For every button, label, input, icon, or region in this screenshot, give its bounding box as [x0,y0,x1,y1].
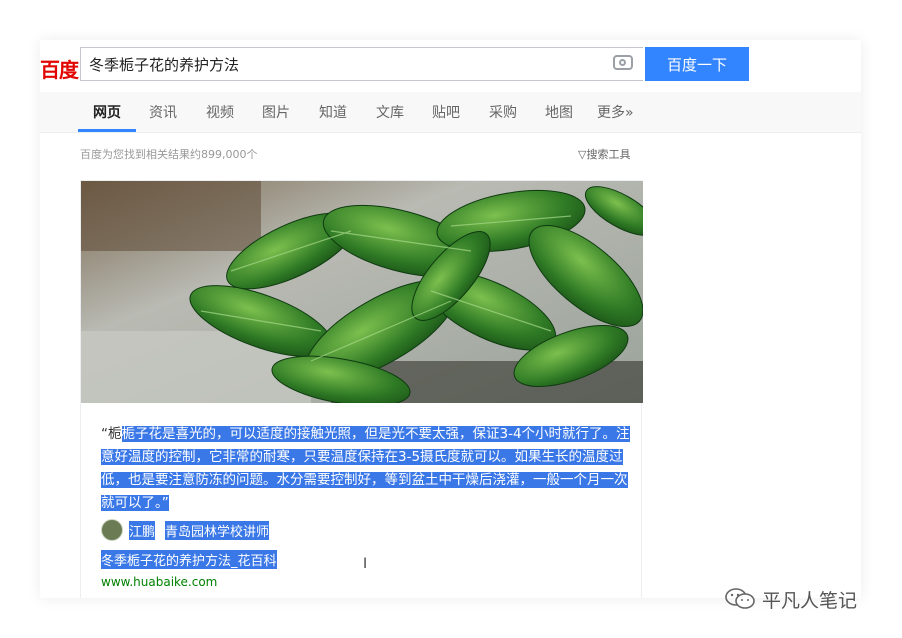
tab-images[interactable]: 图片 [262,102,290,122]
selected-snippet-text: 栀子花是喜光的，可以适度的接触光照，但是光不要太强，保证3-4个小时就行了。注意… [101,426,630,511]
search-button[interactable]: 百度一下 [645,47,749,81]
wechat-watermark: 平凡人笔记 [724,586,857,612]
search-tools-button[interactable]: ▽搜索工具 [578,146,630,162]
tab-more[interactable]: 更多» [597,102,634,122]
author-row: 江鹏 青岛园林学校讲师 [101,519,270,541]
result-count: 百度为您找到相关结果约899,000个 [80,148,258,161]
tab-wenku[interactable]: 文库 [376,102,404,122]
author-name[interactable]: 江鹏 [129,520,156,540]
tab-zhidao[interactable]: 知道 [319,102,347,122]
tab-map[interactable]: 地图 [545,102,573,122]
text-cursor-icon: I [363,556,368,572]
author-avatar[interactable] [101,519,123,541]
tab-purchase[interactable]: 采购 [489,102,517,122]
wechat-icon [725,588,755,609]
camera-icon[interactable] [613,55,633,70]
tab-tieba[interactable]: 贴吧 [432,102,460,122]
result-url[interactable]: www.huabaike.com [101,575,217,589]
result-title-link[interactable]: 冬季栀子花的养护方法_花百科 [101,550,277,569]
result-card: “栀栀子花是喜光的，可以适度的接触光照，但是光不要太强，保证3-4个小时就行了。… [80,180,643,598]
tab-web[interactable]: 网页 [93,102,121,122]
tab-video[interactable]: 视频 [206,102,234,122]
top-bar: 百度 冬季栀子花的养护方法 百度一下 [40,40,861,92]
plant-photo[interactable] [81,181,643,403]
snippet-first-char: 栀 [108,426,122,442]
search-input[interactable]: 冬季栀子花的养护方法 [80,47,643,81]
author-title: 青岛园林学校讲师 [165,520,270,540]
nav-tabs: 网页 资讯 视频 图片 知道 文库 贴吧 采购 地图 更多» [40,92,861,133]
tab-news[interactable]: 资讯 [149,102,177,122]
search-tools-label: 搜索工具 [586,148,631,161]
watermark-text: 平凡人笔记 [762,589,858,612]
baidu-logo[interactable]: 百度 [40,54,79,83]
quote-open: “ [101,426,108,442]
gardenia-leaves-image [81,181,643,403]
result-snippet[interactable]: “栀栀子花是喜光的，可以适度的接触光照，但是光不要太强，保证3-4个小时就行了。… [101,423,631,515]
search-query[interactable]: 冬季栀子花的养护方法 [89,54,239,75]
browser-page: 百度 冬季栀子花的养护方法 百度一下 网页 资讯 视频 图片 知道 文库 贴吧 … [40,40,861,598]
active-tab-indicator [78,129,136,132]
